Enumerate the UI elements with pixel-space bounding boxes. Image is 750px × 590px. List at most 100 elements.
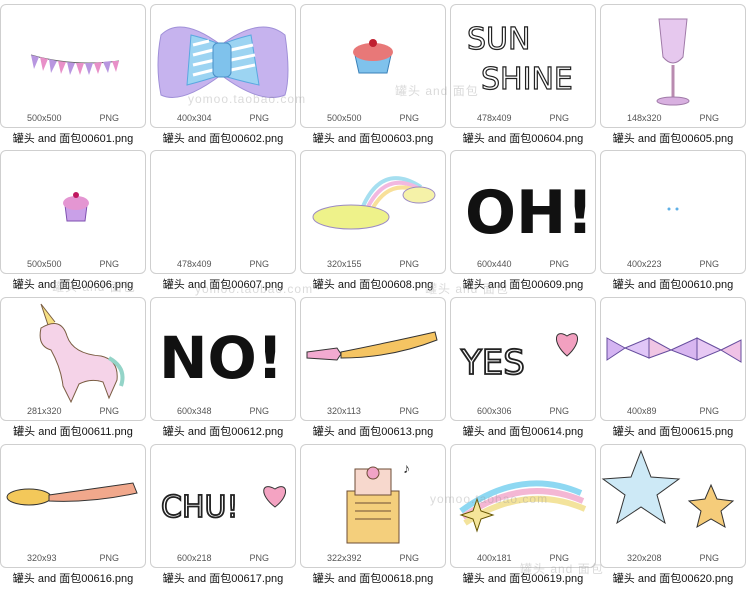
thumbnail-card[interactable]: 320x93 PNG — [0, 444, 146, 568]
svg-text:SUN: SUN — [467, 22, 530, 57]
thumbnail-card[interactable]: OH! 600x440 PNG — [450, 150, 596, 274]
thumbnail-item[interactable]: SUN SHINE 478x409 PNG 罐头 and 面包00604.png — [450, 4, 596, 150]
file-name[interactable]: 罐头 and 面包00620.png — [600, 570, 746, 586]
image-dimensions: 500x500 — [27, 259, 62, 269]
image-format: PNG — [249, 113, 269, 123]
thumbnail-card[interactable]: 500x500 PNG — [0, 150, 146, 274]
thumbnail-card[interactable]: 320x155 PNG — [300, 150, 446, 274]
file-name[interactable]: 罐头 and 面包00611.png — [0, 423, 146, 439]
file-name[interactable]: 罐头 and 面包00601.png — [0, 130, 146, 146]
thumbnail-item[interactable]: 400x89 PNG 罐头 and 面包00615.png — [600, 297, 746, 443]
image-format: PNG — [249, 553, 269, 563]
thumbnail-item[interactable]: 500x500 PNG 罐头 and 面包00601.png — [0, 4, 146, 150]
thumbnail-card[interactable]: 400x89 PNG — [600, 297, 746, 421]
thumbnail-item[interactable]: 148x320 PNG 罐头 and 面包00605.png — [600, 4, 746, 150]
image-dimensions: 320x208 — [627, 553, 662, 563]
thumbnail-card[interactable]: 478x409 PNG — [150, 150, 296, 274]
chu-heart-label: CHU! — [161, 490, 239, 525]
image-format: PNG — [549, 406, 569, 416]
thumbnail-card[interactable]: 281x320 PNG — [0, 297, 146, 421]
image-format: PNG — [549, 553, 569, 563]
file-name[interactable]: 罐头 and 面包00613.png — [300, 423, 446, 439]
thumbnail-grid: 500x500 PNG 罐头 and 面包00601.png 400x304 PNG 罐头… — [0, 0, 750, 586]
image-format: PNG — [399, 406, 419, 416]
image-format: PNG — [549, 259, 569, 269]
image-dimensions: 600x348 — [177, 406, 212, 416]
thumbnail-item[interactable]: 400x304 PNG 罐头 and 面包00602.png — [150, 4, 296, 150]
yes-heart-label: YES — [460, 343, 525, 383]
file-name[interactable]: 罐头 and 面包00604.png — [450, 130, 596, 146]
thumbnail-card[interactable]: 320x208 PNG — [600, 444, 746, 568]
fork-icon — [301, 298, 445, 406]
thumbnail-item[interactable]: YES 600x306 PNG 罐头 and 面包00614.png — [450, 297, 596, 443]
file-name[interactable]: 罐头 and 面包00609.png — [450, 276, 596, 292]
thumbnail-item[interactable]: ♪ 322x392 PNG 罐头 and 面包00618.png — [300, 444, 446, 590]
thumbnail-card[interactable]: SUN SHINE 478x409 PNG — [450, 4, 596, 128]
thumbnail-card[interactable]: CHU! 600x218 PNG — [150, 444, 296, 568]
file-name[interactable]: 罐头 and 面包00614.png — [450, 423, 596, 439]
thumbnail-card[interactable]: 500x500 PNG — [300, 4, 446, 128]
oh-text-label: OH! — [465, 178, 594, 248]
image-dimensions: 600x440 — [477, 259, 512, 269]
image-format: PNG — [699, 259, 719, 269]
image-dimensions: 148x320 — [627, 113, 662, 123]
thumbnail-item[interactable]: 320x93 PNG 罐头 and 面包00616.png — [0, 444, 146, 590]
thumbnail-item[interactable]: 478x409 PNG 罐头 and 面包00607.png — [150, 150, 296, 296]
file-name[interactable]: 罐头 and 面包00612.png — [150, 423, 296, 439]
spoon-icon — [1, 445, 145, 553]
file-name[interactable]: 罐头 and 面包00619.png — [450, 570, 596, 586]
image-dimensions: 322x392 — [327, 553, 362, 563]
image-format: PNG — [99, 113, 119, 123]
cupcake-purple-icon — [1, 151, 145, 259]
dots-icon — [601, 151, 745, 259]
thumbnail-item[interactable]: 500x500 PNG 罐头 and 面包00606.png — [0, 150, 146, 296]
thumbnail-item[interactable]: 320x208 PNG 罐头 and 面包00620.png — [600, 444, 746, 590]
wine-glass-icon — [601, 5, 745, 113]
thumbnail-card[interactable]: NO! 600x348 PNG — [150, 297, 296, 421]
image-format: PNG — [699, 553, 719, 563]
thumbnail-item[interactable]: 400x223 PNG 罐头 and 面包00610.png — [600, 150, 746, 296]
image-dimensions: 400x304 — [177, 113, 212, 123]
file-name[interactable]: 罐头 and 面包00603.png — [300, 130, 446, 146]
svg-text:SHINE: SHINE — [481, 62, 573, 97]
file-name[interactable]: 罐头 and 面包00615.png — [600, 423, 746, 439]
thumbnail-item[interactable]: 281x320 PNG 罐头 and 面包00611.png — [0, 297, 146, 443]
file-name[interactable]: 罐头 and 面包00617.png — [150, 570, 296, 586]
file-name[interactable]: 罐头 and 面包00608.png — [300, 276, 446, 292]
file-name[interactable]: 罐头 and 面包00605.png — [600, 130, 746, 146]
thumbnail-card[interactable]: 500x500 PNG — [0, 4, 146, 128]
shooting-star-icon — [451, 445, 595, 553]
image-dimensions: 320x93 — [27, 553, 57, 563]
thumbnail-item[interactable]: NO! 600x348 PNG 罐头 and 面包00612.png — [150, 297, 296, 443]
thumbnail-item[interactable]: CHU! 600x218 PNG 罐头 and 面包00617.png — [150, 444, 296, 590]
image-format: PNG — [399, 259, 419, 269]
thumbnail-item[interactable]: 320x155 PNG 罐头 and 面包00608.png — [300, 150, 446, 296]
image-format: PNG — [249, 406, 269, 416]
thumbnail-item[interactable]: OH! 600x440 PNG 罐头 and 面包00609.png — [450, 150, 596, 296]
thumbnail-item[interactable]: 500x500 PNG 罐头 and 面包00603.png — [300, 4, 446, 150]
file-name[interactable]: 罐头 and 面包00602.png — [150, 130, 296, 146]
thumbnail-card[interactable]: 400x181 PNG — [450, 444, 596, 568]
thumbnail-item[interactable]: 320x113 PNG 罐头 and 面包00613.png — [300, 297, 446, 443]
image-dimensions: 500x500 — [27, 113, 62, 123]
thumbnail-card[interactable]: 400x223 PNG — [600, 150, 746, 274]
file-name[interactable]: 罐头 and 面包00607.png — [150, 276, 296, 292]
yes-heart-icon: YES — [451, 298, 595, 406]
thumbnail-card[interactable]: YES 600x306 PNG — [450, 297, 596, 421]
image-dimensions: 400x223 — [627, 259, 662, 269]
file-name[interactable]: 罐头 and 面包00616.png — [0, 570, 146, 586]
bunting-flags-icon — [1, 5, 145, 113]
thumbnail-item[interactable]: 400x181 PNG 罐头 and 面包00619.png — [450, 444, 596, 590]
cupcake-red-icon — [301, 5, 445, 113]
image-format: PNG — [699, 406, 719, 416]
image-dimensions: 320x113 — [327, 406, 361, 416]
file-name[interactable]: 罐头 and 面包00618.png — [300, 570, 446, 586]
rainbow-cloud-icon — [301, 151, 445, 259]
thumbnail-card[interactable]: 148x320 PNG — [600, 4, 746, 128]
thumbnail-card[interactable]: 400x304 PNG — [150, 4, 296, 128]
image-dimensions: 400x89 — [627, 406, 657, 416]
thumbnail-card[interactable]: 320x113 PNG — [300, 297, 446, 421]
file-name[interactable]: 罐头 and 面包00606.png — [0, 276, 146, 292]
thumbnail-card[interactable]: ♪ 322x392 PNG — [300, 444, 446, 568]
file-name[interactable]: 罐头 and 面包00610.png — [600, 276, 746, 292]
